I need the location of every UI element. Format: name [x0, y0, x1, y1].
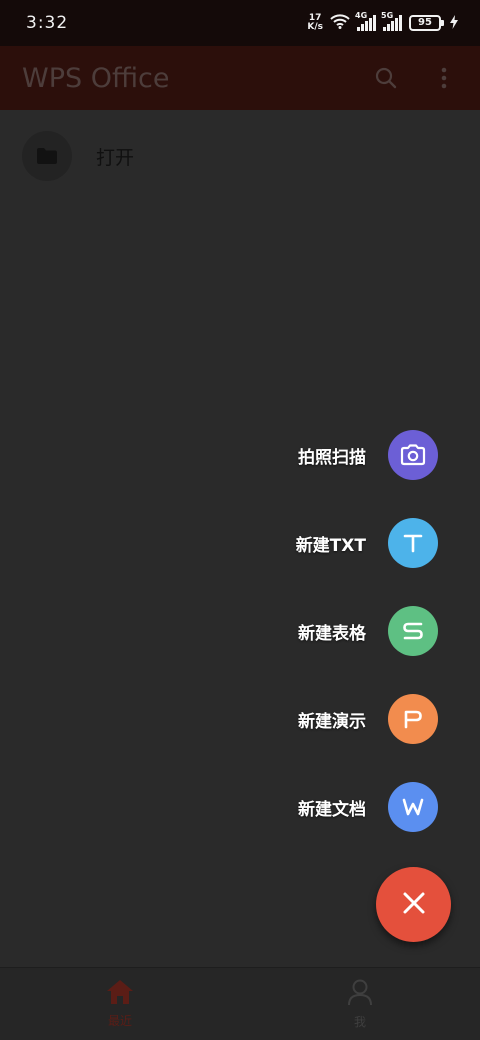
- letter-s-icon[interactable]: [388, 606, 438, 656]
- letter-p-icon[interactable]: [388, 694, 438, 744]
- folder-icon: [22, 131, 72, 181]
- open-label: 打开: [96, 146, 135, 169]
- signal-2-label: 5G: [381, 11, 394, 20]
- close-fab-button[interactable]: [376, 867, 451, 942]
- more-vert-icon[interactable]: [430, 64, 458, 92]
- tab-recent[interactable]: 最近: [0, 968, 240, 1040]
- app-title: WPS Office: [22, 62, 170, 94]
- fab-label-new-doc: 新建文档: [298, 799, 366, 820]
- status-icons: 17 K/s 4G 5G 95: [307, 11, 458, 33]
- tab-me-label: 我: [353, 1015, 366, 1029]
- app-bar: WPS Office: [0, 46, 480, 110]
- open-file-item[interactable]: 打开: [0, 110, 480, 202]
- letter-t-icon[interactable]: [388, 518, 438, 568]
- fab-item-new-txt[interactable]: 新建TXT: [38, 518, 438, 568]
- charging-icon: [450, 14, 458, 33]
- wifi-icon: [330, 13, 350, 33]
- fab-item-new-doc[interactable]: 新建文档: [38, 782, 438, 832]
- close-icon: [401, 890, 427, 920]
- camera-icon[interactable]: [388, 430, 438, 480]
- fab-label-new-txt: 新建TXT: [295, 535, 366, 556]
- battery-icon: 95: [409, 15, 444, 31]
- signal-1-label: 4G: [355, 11, 368, 20]
- cellular-signal-2-icon: 5G: [381, 11, 402, 31]
- home-icon: [106, 979, 134, 1009]
- battery-level: 95: [418, 17, 432, 28]
- bottom-nav: 最近 我: [0, 967, 480, 1040]
- fab-label-scan: 拍照扫描: [298, 447, 366, 468]
- network-speed: 17 K/s: [307, 14, 323, 32]
- tab-me[interactable]: 我: [240, 968, 480, 1040]
- search-icon[interactable]: [372, 64, 400, 92]
- cellular-signal-1-icon: 4G: [355, 11, 376, 31]
- person-icon: [347, 978, 373, 1010]
- fab-label-new-sheet: 新建表格: [298, 623, 366, 644]
- fab-label-new-slides: 新建演示: [298, 711, 366, 732]
- status-time: 3:32: [26, 13, 69, 33]
- fab-item-new-slides[interactable]: 新建演示: [38, 694, 438, 744]
- network-speed-unit: K/s: [307, 22, 323, 32]
- fab-item-scan[interactable]: 拍照扫描: [38, 430, 438, 480]
- tab-recent-label: 最近: [107, 1014, 132, 1028]
- fab-item-new-sheet[interactable]: 新建表格: [38, 606, 438, 656]
- status-bar: 3:32 17 K/s 4G 5G 95: [0, 0, 480, 46]
- letter-w-icon[interactable]: [388, 782, 438, 832]
